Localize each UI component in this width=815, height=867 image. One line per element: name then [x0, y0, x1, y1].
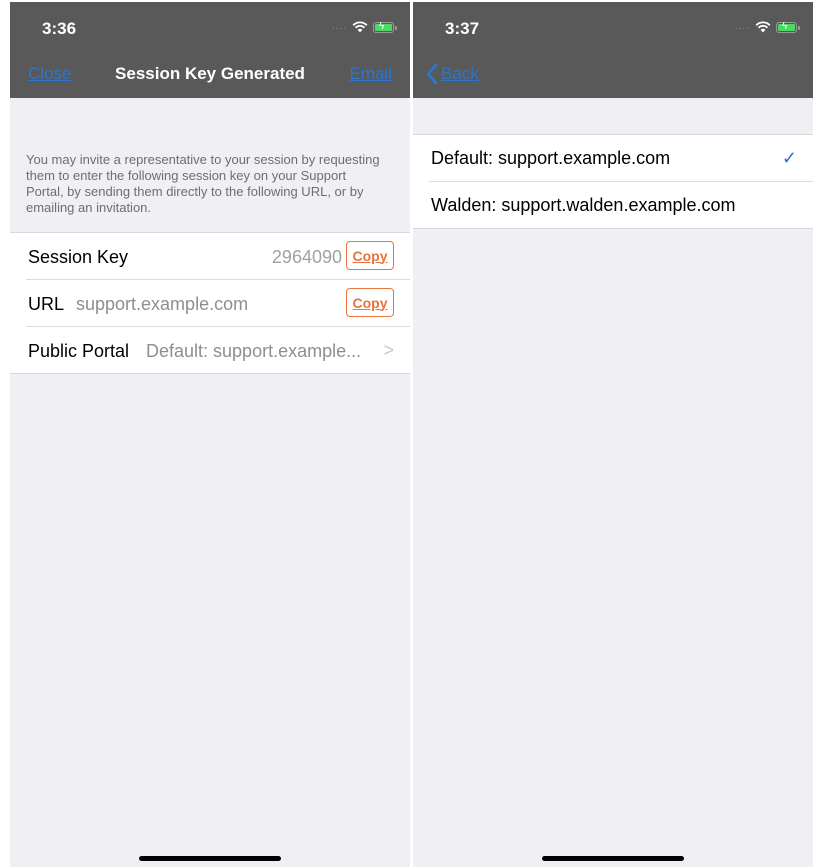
- signal-dots-icon: ....: [734, 21, 750, 32]
- portal-option-walden[interactable]: Walden: support.walden.example.com: [429, 182, 813, 228]
- back-button[interactable]: Back: [425, 63, 479, 85]
- wifi-icon: [755, 21, 771, 33]
- chevron-right-icon: >: [383, 340, 394, 360]
- back-chevron-icon: [426, 63, 438, 85]
- status-bar: 3:37 .... ϟ: [413, 2, 813, 46]
- session-details-group: Session Key 2964090 Copy URL support.exa…: [10, 232, 410, 374]
- url-row: URL support.example.com Copy: [26, 280, 410, 327]
- copy-session-key-button[interactable]: Copy: [346, 241, 394, 270]
- portal-picker-screen: 3:37 .... ϟ Back Default: support.exampl…: [413, 2, 813, 867]
- status-icons: .... ϟ: [331, 20, 397, 34]
- session-key-screen: 3:36 .... ϟ Close Session Key Generated …: [10, 2, 410, 867]
- status-time: 3:36: [42, 19, 77, 38]
- url-label: URL: [28, 294, 65, 314]
- wifi-icon: [352, 21, 368, 33]
- public-portal-value: Default: support.example...: [146, 341, 362, 361]
- navigation-bar: Back: [413, 46, 813, 98]
- status-icons: .... ϟ: [734, 20, 800, 34]
- portal-option-label: Walden: support.walden.example.com: [431, 195, 736, 215]
- public-portal-label: Public Portal: [28, 341, 130, 361]
- email-button[interactable]: Email: [349, 64, 392, 84]
- navigation-bar: Close Session Key Generated Email: [10, 46, 410, 98]
- back-label: Back: [441, 64, 479, 83]
- url-value: support.example.com: [76, 294, 249, 314]
- public-portal-row[interactable]: Public Portal Default: support.example..…: [26, 327, 410, 373]
- portal-option-label: Default: support.example.com: [431, 148, 671, 168]
- home-indicator[interactable]: [542, 856, 684, 861]
- status-bar: 3:36 .... ϟ: [10, 2, 410, 46]
- status-time: 3:37: [445, 19, 480, 38]
- portal-options-list: Default: support.example.com ✓ Walden: s…: [413, 134, 813, 229]
- portal-option-default[interactable]: Default: support.example.com ✓: [429, 135, 813, 182]
- signal-dots-icon: ....: [331, 21, 347, 32]
- session-key-label: Session Key: [28, 247, 129, 267]
- home-indicator[interactable]: [139, 856, 281, 861]
- checkmark-icon: ✓: [781, 148, 797, 168]
- session-key-value: 2964090: [271, 247, 342, 267]
- battery-icon: ϟ: [776, 21, 800, 33]
- copy-url-button[interactable]: Copy: [346, 288, 394, 317]
- intro-text: You may invite a representative to your …: [26, 152, 380, 215]
- session-key-row: Session Key 2964090 Copy: [26, 233, 410, 280]
- battery-icon: ϟ: [373, 21, 397, 33]
